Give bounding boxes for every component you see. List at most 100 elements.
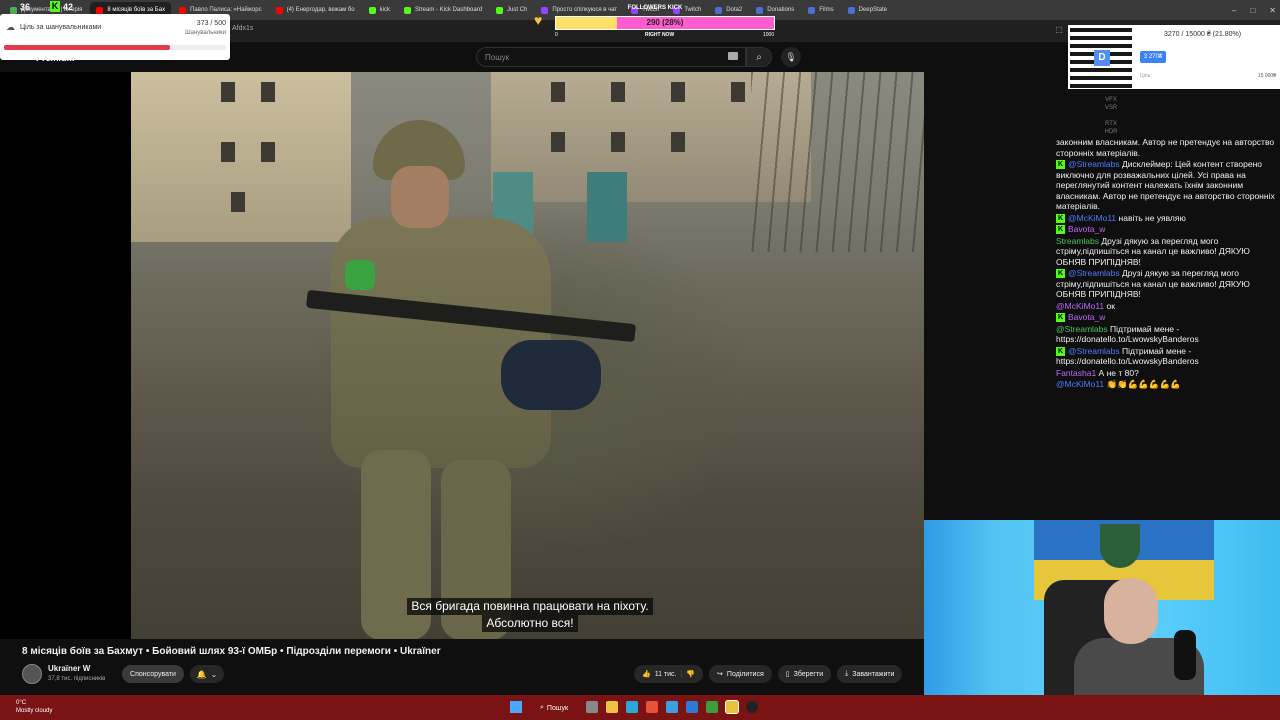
chat-message: K @Streamlabs Підтримай мене - https://do… <box>1056 346 1280 367</box>
chat-username[interactable]: Bavota_w <box>1068 312 1105 322</box>
like-count: 11 тис. <box>654 670 677 678</box>
vsr-label[interactable]: VSR <box>1104 104 1118 112</box>
weather-widget[interactable]: 0°C Mostly cloudy <box>16 699 52 715</box>
obs-icon[interactable] <box>746 701 758 713</box>
close-button[interactable]: ✕ <box>1269 6 1276 15</box>
vfx-label[interactable]: VFX <box>1104 96 1118 104</box>
search-button[interactable]: ⌕ <box>746 47 772 67</box>
sponsor-button[interactable]: Спонсорувати <box>122 665 184 683</box>
hdr-label[interactable]: HDR <box>1104 128 1118 136</box>
goal-count: 373 / 500 <box>196 20 226 27</box>
chat-username[interactable]: @McKiMo11 <box>1056 379 1104 389</box>
cast-icon[interactable]: ⬚ <box>1055 25 1063 34</box>
tab-favicon-icon <box>808 6 816 14</box>
divider: | <box>680 670 683 678</box>
chat-message: K @McKiMo11 навіть не уявляю <box>1056 213 1280 224</box>
like-button[interactable]: 👍 11 тис. | 👎 <box>634 665 704 683</box>
microphone-icon: 🎙 <box>785 51 797 62</box>
chat-username[interactable]: Fantasha1 <box>1056 368 1096 378</box>
goal-title: Ціль за шанувальниками <box>20 24 102 31</box>
share-icon: ↪ <box>717 671 723 678</box>
chevron-down-icon: ⌄ <box>210 669 218 679</box>
goal-subtitle: Шанувальники <box>185 30 226 36</box>
chat-username[interactable]: @McKiMo11 <box>1056 301 1104 311</box>
browser-tab[interactable]: Just Ch <box>490 2 533 18</box>
edge-icon[interactable] <box>626 701 638 713</box>
tab-label: Stream - Kick Dashboard <box>415 7 483 13</box>
flag-emblem <box>1100 524 1140 568</box>
chat-text: навіть не уявляю <box>1118 212 1186 223</box>
browser-tab[interactable]: DeepState <box>842 2 893 18</box>
donation-goal-max: 15 000₴ <box>1257 73 1276 79</box>
taskbar-search-label: Пошук <box>546 704 569 712</box>
url-fragment[interactable]: Afdx1s <box>232 25 253 32</box>
heart-icon: ♥ <box>534 12 543 28</box>
video-trees <box>751 72 924 252</box>
telegram-icon[interactable] <box>666 701 678 713</box>
tab-label: Just Ch <box>507 7 528 13</box>
search-input[interactable]: Пошук <box>476 47 746 67</box>
browser-tab[interactable]: Stream - Kick Dashboard <box>398 2 488 18</box>
browser-tab[interactable]: (4) Енергодар, вежам бо <box>270 2 361 18</box>
minimize-button[interactable]: – <box>1232 6 1236 15</box>
maximize-button[interactable]: □ <box>1250 6 1255 15</box>
chat-username[interactable]: @Streamlabs <box>1068 346 1120 356</box>
notification-bell-button[interactable]: 🔔 ⌄ <box>190 665 224 683</box>
qr-code: D <box>1070 26 1132 88</box>
task-view-icon[interactable] <box>586 701 598 713</box>
channel-name[interactable]: Ukraїner W <box>48 664 90 673</box>
share-label: Поділитися <box>726 670 764 678</box>
tab-favicon-icon <box>404 6 411 14</box>
share-button[interactable]: ↪ Поділитися <box>709 665 772 683</box>
windows-taskbar: 0°C Mostly cloudy ⌕ Пошук <box>0 695 1280 720</box>
tab-favicon-icon <box>96 6 104 14</box>
chat-message: K @Streamlabs Дисклеймер: Цей контент ств… <box>1056 159 1280 212</box>
donation-progress-text: 3270 / 15000 ₴ (21.80%) <box>1164 31 1242 38</box>
tab-favicon-icon <box>847 6 855 14</box>
firefox-icon[interactable] <box>646 701 658 713</box>
browser-tab[interactable]: Films <box>802 2 839 18</box>
start-button[interactable] <box>510 701 522 713</box>
thumbs-down-icon[interactable]: 👎 <box>686 670 695 678</box>
app-icon[interactable] <box>706 701 718 713</box>
save-label: Зберегти <box>793 670 824 678</box>
video-player[interactable]: Вся бригада повинна працювати на піхоту.… <box>131 72 924 639</box>
taskbar-search[interactable]: ⌕ Пошук <box>540 701 568 715</box>
channel-avatar[interactable] <box>22 664 42 684</box>
tab-favicon-icon <box>179 6 187 14</box>
download-button[interactable]: ⤓ Завантажити <box>837 665 903 683</box>
chat-text: А не т 80? <box>1098 367 1139 378</box>
save-button[interactable]: ▯ Зберегти <box>777 665 832 683</box>
rtx-label[interactable]: RTX <box>1104 120 1118 128</box>
chat-username[interactable]: @Streamlabs <box>1068 268 1120 278</box>
tab-label: kick <box>379 7 390 13</box>
fan-goal-overlay: ☁ Ціль за шанувальниками 373 / 500 Шанув… <box>0 14 230 60</box>
chat-username[interactable]: @Streamlabs <box>1068 159 1120 169</box>
chat-message: @McKiMo11 ок <box>1056 301 1280 312</box>
kick-counter: 42 <box>63 2 74 12</box>
file-explorer-icon[interactable] <box>606 701 618 713</box>
chat-username[interactable]: @McKiMo11 <box>1068 213 1116 223</box>
store-icon[interactable] <box>686 701 698 713</box>
subtitle-line-2: Абсолютно вся! <box>482 615 578 632</box>
browser-tab[interactable]: kick <box>363 2 396 18</box>
chat-username[interactable]: @Streamlabs <box>1056 324 1108 334</box>
tab-favicon-icon <box>541 6 549 14</box>
voice-search-button[interactable]: 🎙 <box>781 47 801 67</box>
kick-platform-icon: K <box>1056 225 1065 235</box>
cloud-icon: ☁ <box>6 22 15 32</box>
keyboard-icon[interactable] <box>728 52 738 60</box>
subtitle-line-1: Вся бригада повинна працювати на піхоту. <box>407 598 653 615</box>
video-title: 8 місяців боїв за Бахмут • Бойовий шлях … <box>22 646 441 657</box>
chat-username[interactable]: Bavota_w <box>1068 224 1105 234</box>
chat-username[interactable]: Streamlabs <box>1056 236 1099 246</box>
chat-message: Fantasha1 А не т 80? <box>1056 368 1280 379</box>
search-icon: ⌕ <box>540 704 544 711</box>
chat-message: законним власникам. Автор не претендує н… <box>1056 137 1280 158</box>
tab-label: DeepState <box>858 7 887 13</box>
donation-badge: 3 270₴ <box>1140 51 1166 63</box>
kick-platform-icon: K <box>1056 346 1065 356</box>
taskbar-apps <box>586 700 758 714</box>
chrome-icon[interactable] <box>725 700 739 714</box>
followers-now-label: RIGHT NOW <box>645 32 675 38</box>
